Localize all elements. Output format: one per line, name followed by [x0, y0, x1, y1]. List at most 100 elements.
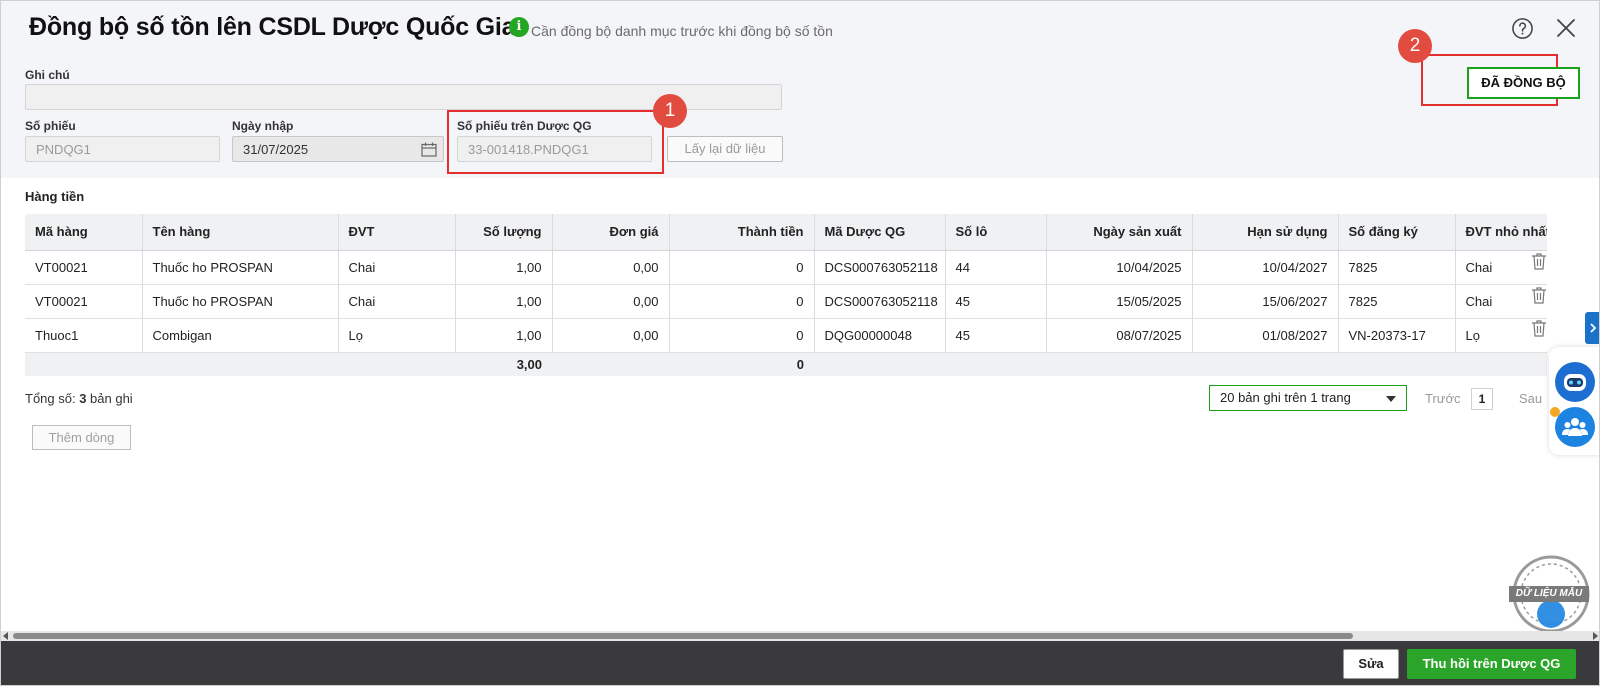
- table-cell[interactable]: 0: [669, 284, 815, 319]
- table-cell[interactable]: Chai: [338, 284, 456, 319]
- add-row-button[interactable]: Thêm dòng: [32, 425, 131, 450]
- section-title: Hàng tiền: [25, 189, 85, 204]
- table-cell[interactable]: 0,00: [552, 250, 670, 285]
- total-cell-empty: [1338, 352, 1455, 376]
- info-icon[interactable]: i: [509, 17, 529, 37]
- record-count-suffix: bản ghi: [86, 391, 133, 406]
- calendar-icon[interactable]: [421, 142, 437, 157]
- table-cell[interactable]: 15/05/2025: [1046, 284, 1193, 319]
- column-header[interactable]: Mã hàng: [25, 214, 143, 251]
- table-cell[interactable]: 15/06/2027: [1192, 284, 1339, 319]
- column-header[interactable]: Đơn giá: [552, 214, 670, 251]
- column-header[interactable]: Mã Dược QG: [814, 214, 946, 251]
- column-header[interactable]: ĐVT nhỏ nhất: [1455, 214, 1547, 251]
- table-cell[interactable]: DCS000763052118: [814, 250, 946, 285]
- edit-button[interactable]: Sửa: [1343, 649, 1399, 679]
- users-icon: [1562, 418, 1588, 436]
- table-cell[interactable]: 0,00: [552, 318, 670, 353]
- help-icon[interactable]: [1511, 17, 1534, 40]
- horizontal-scrollbar[interactable]: [1, 631, 1599, 641]
- table-cell[interactable]: 08/07/2025: [1046, 318, 1193, 353]
- prev-page-button[interactable]: Trước: [1425, 391, 1461, 406]
- table-cell[interactable]: Lọ: [338, 318, 456, 353]
- column-header[interactable]: ĐVT: [338, 214, 456, 251]
- table-cell[interactable]: 0: [669, 250, 815, 285]
- table-cell[interactable]: Thuốc ho PROSPAN: [142, 284, 339, 319]
- dialog-subtitle: Cần đồng bộ danh mục trước khi đồng bộ s…: [531, 23, 833, 39]
- form-area: Ghi chú Số phiếu PNDQG1 Ngày nhập 31/07/…: [1, 54, 1599, 178]
- table-row[interactable]: VT00021 Thuốc ho PROSPAN Chai 1,00 0,00 …: [25, 284, 1547, 319]
- column-header[interactable]: Ngày sản xuất: [1046, 214, 1193, 251]
- table-cell[interactable]: DQG00000048: [814, 318, 946, 353]
- table-row[interactable]: VT00021 Thuốc ho PROSPAN Chai 1,00 0,00 …: [25, 250, 1547, 285]
- table-cell[interactable]: 0,00: [552, 284, 670, 319]
- table-cell[interactable]: Thuốc ho PROSPAN: [142, 250, 339, 285]
- voucher-no-field[interactable]: PNDQG1: [25, 136, 220, 162]
- scroll-left-icon[interactable]: [3, 632, 8, 640]
- table-cell[interactable]: DCS000763052118: [814, 284, 946, 319]
- dialog-header: Đồng bộ số tồn lên CSDL Dược Quốc Gia i …: [1, 1, 1599, 54]
- column-header[interactable]: Số lô: [945, 214, 1047, 251]
- synced-button[interactable]: ĐÃ ĐỒNG BỘ: [1467, 67, 1580, 99]
- dialog-title: Đồng bộ số tồn lên CSDL Dược Quốc Gia: [29, 13, 516, 41]
- annotation-marker-2: 2: [1398, 29, 1432, 63]
- sample-data-stamp-label: DỮ LIỆU MẪU: [1509, 586, 1589, 602]
- page-size-select[interactable]: 20 bản ghi trên 1 trang: [1209, 385, 1407, 411]
- scroll-right-icon[interactable]: [1593, 632, 1598, 640]
- robot-face-icon: [1564, 374, 1586, 391]
- table-cell[interactable]: 45: [945, 318, 1047, 353]
- chevron-down-icon: [1386, 396, 1396, 402]
- total-cell-empty: [1455, 352, 1547, 376]
- column-header[interactable]: Tên hàng: [142, 214, 339, 251]
- refetch-data-button[interactable]: Lấy lại dữ liệu: [667, 136, 783, 162]
- column-header[interactable]: Hạn sử dụng: [1192, 214, 1339, 251]
- chatbot-icon[interactable]: [1555, 362, 1595, 402]
- page-number[interactable]: 1: [1471, 388, 1493, 410]
- table-cell[interactable]: 1,00: [455, 250, 553, 285]
- total-cell-empty: [552, 352, 669, 376]
- delete-row-icon[interactable]: [1531, 319, 1547, 337]
- next-page-button[interactable]: Sau: [1519, 391, 1542, 406]
- delete-row-icon[interactable]: [1531, 252, 1547, 270]
- voucher-no-label: Số phiếu: [25, 119, 76, 133]
- column-header[interactable]: Số đăng ký: [1338, 214, 1456, 251]
- scrollbar-thumb[interactable]: [13, 633, 1353, 639]
- total-cell-empty: [25, 352, 142, 376]
- record-count-prefix: Tổng số:: [25, 391, 80, 406]
- table-cell[interactable]: 7825: [1338, 284, 1456, 319]
- dialog-window: Đồng bộ số tồn lên CSDL Dược Quốc Gia i …: [0, 0, 1600, 686]
- chevron-right-icon: [1590, 323, 1597, 333]
- community-icon[interactable]: [1555, 407, 1595, 447]
- table-cell[interactable]: 44: [945, 250, 1047, 285]
- table-row[interactable]: Thuoc1 Combigan Lọ 1,00 0,00 0 DQG000000…: [25, 318, 1547, 353]
- annotation-box-1: [447, 110, 664, 174]
- total-cell-empty: [945, 352, 1046, 376]
- table-cell[interactable]: 1,00: [455, 284, 553, 319]
- total-amount: 0: [669, 352, 814, 376]
- total-cell-empty: [814, 352, 945, 376]
- table-cell[interactable]: 1,00: [455, 318, 553, 353]
- side-panel-toggle[interactable]: [1585, 312, 1599, 344]
- column-header[interactable]: Số lượng: [455, 214, 553, 251]
- import-date-field[interactable]: 31/07/2025: [232, 136, 444, 162]
- recall-button[interactable]: Thu hồi trên Dược QG: [1407, 649, 1576, 679]
- table-cell[interactable]: 10/04/2027: [1192, 250, 1339, 285]
- table-cell[interactable]: VT00021: [25, 250, 143, 285]
- delete-row-icon[interactable]: [1531, 286, 1547, 304]
- table-cell[interactable]: VT00021: [25, 284, 143, 319]
- table-cell[interactable]: 7825: [1338, 250, 1456, 285]
- table-cell[interactable]: 01/08/2027: [1192, 318, 1339, 353]
- total-cell-empty: [1192, 352, 1338, 376]
- table-cell[interactable]: Thuoc1: [25, 318, 143, 353]
- table-cell[interactable]: VN-20373-17: [1338, 318, 1456, 353]
- table-cell[interactable]: 10/04/2025: [1046, 250, 1193, 285]
- column-header[interactable]: Thành tiền: [669, 214, 815, 251]
- close-icon[interactable]: [1555, 17, 1577, 39]
- table-cell[interactable]: Combigan: [142, 318, 339, 353]
- table-cell[interactable]: 45: [945, 284, 1047, 319]
- table-cell[interactable]: Chai: [338, 250, 456, 285]
- total-cell-empty: [338, 352, 455, 376]
- table-cell[interactable]: 0: [669, 318, 815, 353]
- note-label: Ghi chú: [25, 68, 70, 82]
- table-header-row: Mã hàng Tên hàng ĐVT Số lượng Đơn giá Th…: [25, 214, 1547, 251]
